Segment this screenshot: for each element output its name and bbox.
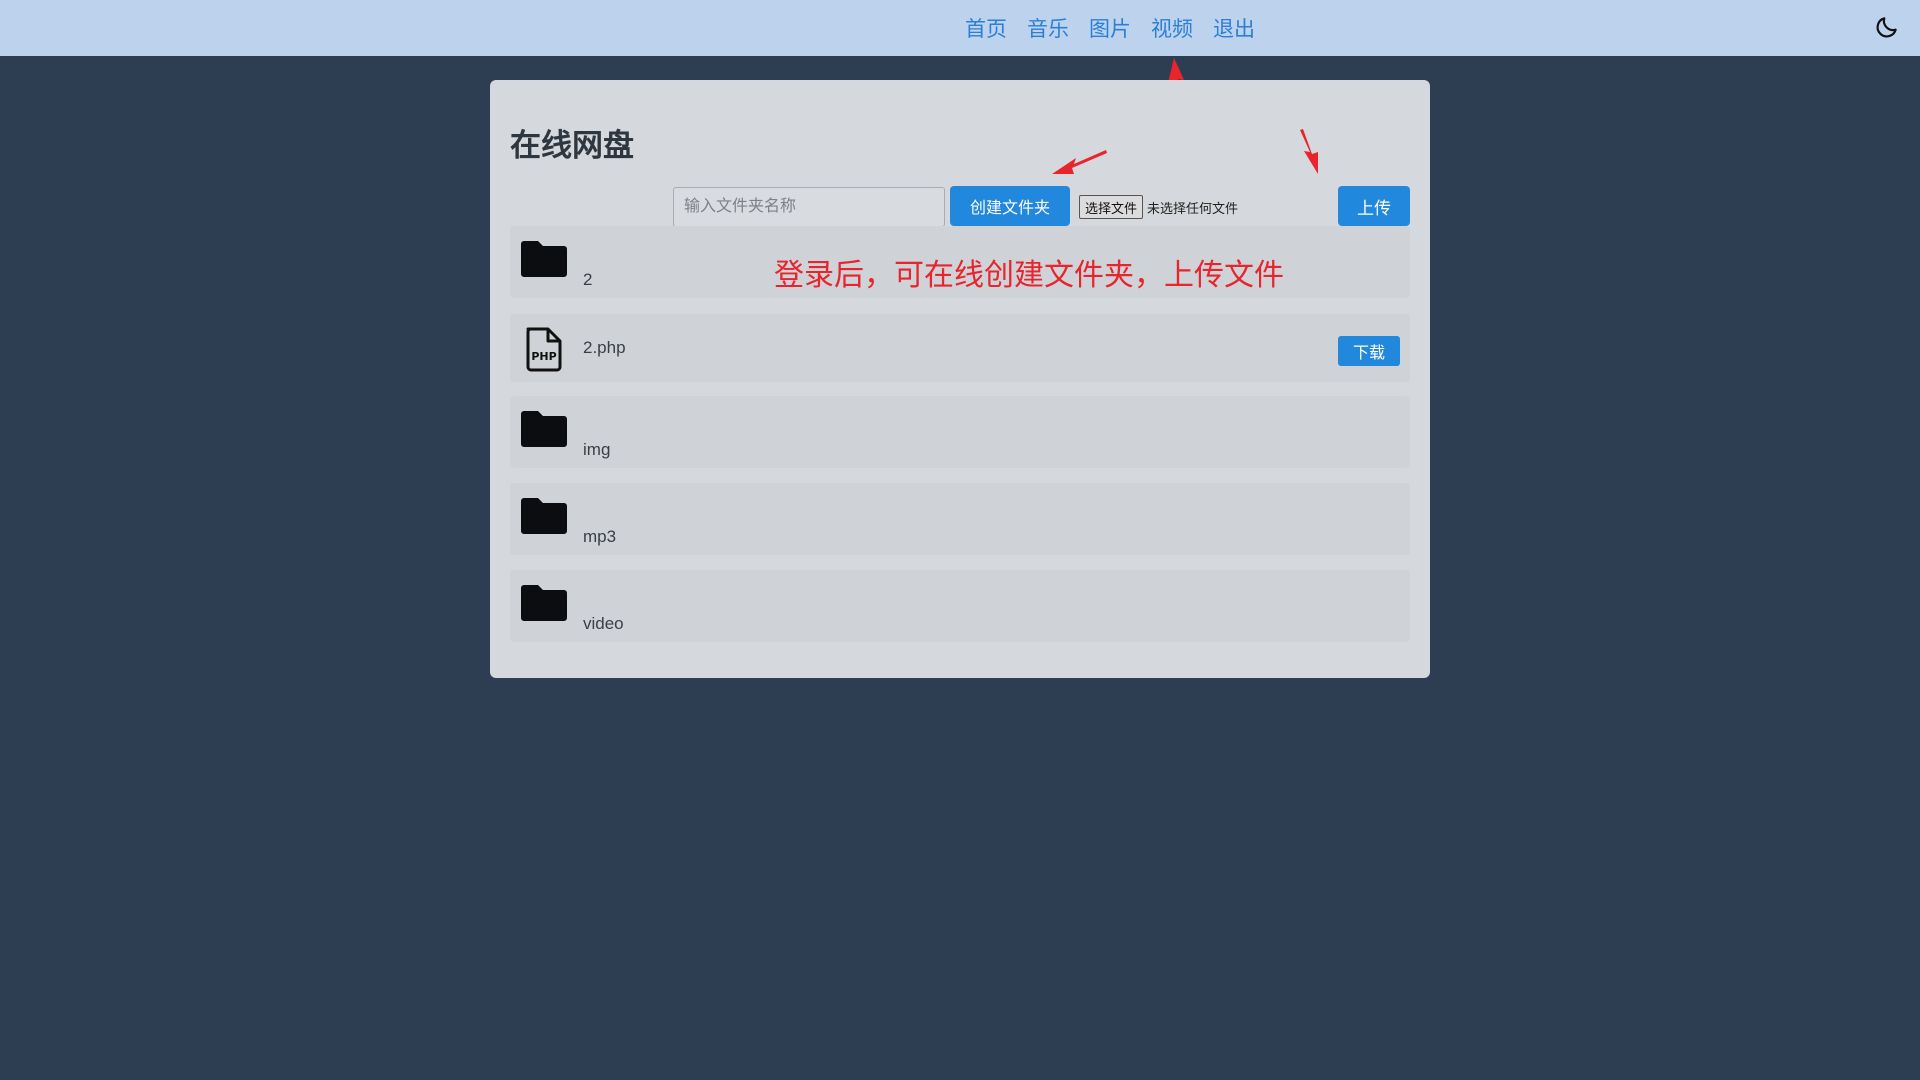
annotation-text: 登录后，可在线创建文件夹，上传文件 xyxy=(774,258,1284,293)
download-button[interactable]: 下载 xyxy=(1338,336,1400,366)
folder-icon xyxy=(519,495,569,537)
list-item[interactable]: video xyxy=(510,570,1410,642)
folder-icon xyxy=(519,238,569,280)
nav-images-link[interactable]: 图片 xyxy=(1089,13,1131,43)
folder-icon xyxy=(519,408,569,450)
list-item[interactable]: mp3 xyxy=(510,483,1410,555)
file-name: img xyxy=(583,440,611,459)
file-name: 2 xyxy=(583,270,593,289)
moon-icon[interactable] xyxy=(1874,14,1900,40)
cloud-drive-panel: 在线网盘 创建文件夹 选择文件 未选择任何文件 上传 2 PHP 2.php 下 xyxy=(490,80,1430,678)
php-file-icon: PHP xyxy=(519,325,569,372)
file-name: mp3 xyxy=(583,527,617,546)
create-folder-button[interactable]: 创建文件夹 xyxy=(950,186,1070,226)
nav-video-link[interactable]: 视频 xyxy=(1151,13,1193,43)
nav-logout-link[interactable]: 退出 xyxy=(1213,13,1255,43)
file-name: video xyxy=(583,614,624,633)
main-nav: 首页 音乐 图片 视频 退出 xyxy=(965,0,1255,56)
upload-button[interactable]: 上传 xyxy=(1338,186,1410,226)
list-item[interactable]: img xyxy=(510,396,1410,468)
top-navbar: 首页 音乐 图片 视频 退出 xyxy=(0,0,1920,56)
folder-name-input[interactable] xyxy=(673,187,945,227)
file-name: 2.php xyxy=(583,338,626,357)
page-title: 在线网盘 xyxy=(510,128,634,163)
nav-music-link[interactable]: 音乐 xyxy=(1027,13,1069,43)
folder-icon xyxy=(519,582,569,624)
svg-text:PHP: PHP xyxy=(531,350,556,363)
file-selection-status: 未选择任何文件 xyxy=(1147,200,1239,216)
file-chooser: 选择文件 未选择任何文件 xyxy=(1079,195,1238,219)
annotation-arrow xyxy=(1300,129,1318,174)
annotation-arrow xyxy=(1052,150,1107,174)
list-item[interactable]: PHP 2.php 下载 xyxy=(510,314,1410,382)
nav-home-link[interactable]: 首页 xyxy=(965,13,1007,43)
choose-file-button[interactable]: 选择文件 xyxy=(1079,195,1144,219)
